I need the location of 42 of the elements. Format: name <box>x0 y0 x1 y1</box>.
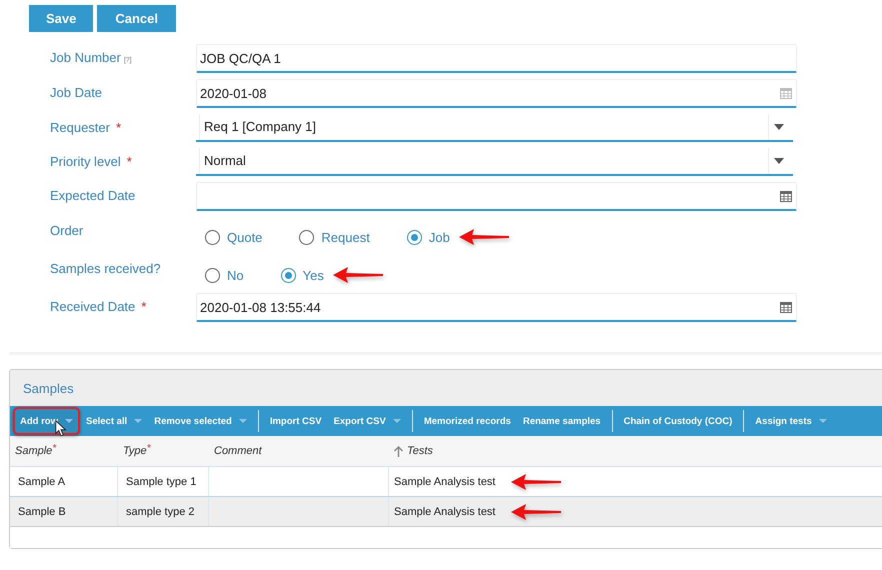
column-header[interactable]: Sample* <box>10 436 118 466</box>
required-asterisk: * <box>141 299 146 314</box>
input-field[interactable]: JOB QC/QA 1 <box>196 44 797 73</box>
toolbar-button[interactable]: Chain of Custody (COC) <box>618 407 738 435</box>
column-header[interactable]: Type* <box>118 436 209 466</box>
field-label: Expected Date <box>50 188 136 203</box>
date-field[interactable]: 2020-01-08 13:55:44 <box>196 293 797 322</box>
table-cell: Sample Analysis test <box>394 506 496 518</box>
table-cell: sample type 2 <box>126 506 194 518</box>
required-asterisk: * <box>116 120 122 135</box>
table-cell: Sample B <box>18 506 66 518</box>
toolbar-button[interactable]: Select all <box>80 407 148 435</box>
required-asterisk: * <box>126 154 132 169</box>
field-label: Requester <box>50 120 110 135</box>
table-cell: Sample A <box>18 476 66 488</box>
radio-option[interactable]: Quote <box>205 230 262 244</box>
toolbar-button[interactable]: Export CSV <box>328 407 407 435</box>
column-header[interactable]: Tests <box>389 436 882 466</box>
toolbar-button[interactable]: Remove selected <box>148 407 253 435</box>
radio-option[interactable]: Yes <box>280 268 324 282</box>
radio-option[interactable]: Job <box>406 230 450 244</box>
save-button[interactable]: Save <box>29 5 94 32</box>
toolbar-button[interactable]: Import CSV <box>264 407 328 435</box>
select-field[interactable]: Req 1 [Company 1] <box>196 114 793 142</box>
table-cell: Sample Analysis test <box>394 476 496 488</box>
field-label: Job Number <box>50 50 121 65</box>
panel-title: Samples <box>23 380 74 396</box>
select-field[interactable]: Normal <box>196 148 793 176</box>
date-field[interactable]: 2020-01-08 <box>196 79 797 108</box>
toolbar-button[interactable]: Rename samples <box>516 407 607 435</box>
toolbar-button[interactable]: Memorized records <box>418 407 517 435</box>
field-label: Order <box>50 223 84 238</box>
radio-option[interactable]: Request <box>299 230 370 244</box>
field-label: Samples received? <box>50 261 161 276</box>
field-label: Received Date <box>50 299 136 314</box>
column-header[interactable]: Comment <box>209 436 389 466</box>
table-cell: Sample type 1 <box>126 476 196 488</box>
cancel-button[interactable]: Cancel <box>97 5 176 32</box>
radio-option[interactable]: No <box>205 268 244 282</box>
field-label: Job Date <box>50 85 102 100</box>
toolbar-button[interactable]: Assign tests <box>749 407 833 435</box>
field-label: Priority level <box>50 154 121 169</box>
